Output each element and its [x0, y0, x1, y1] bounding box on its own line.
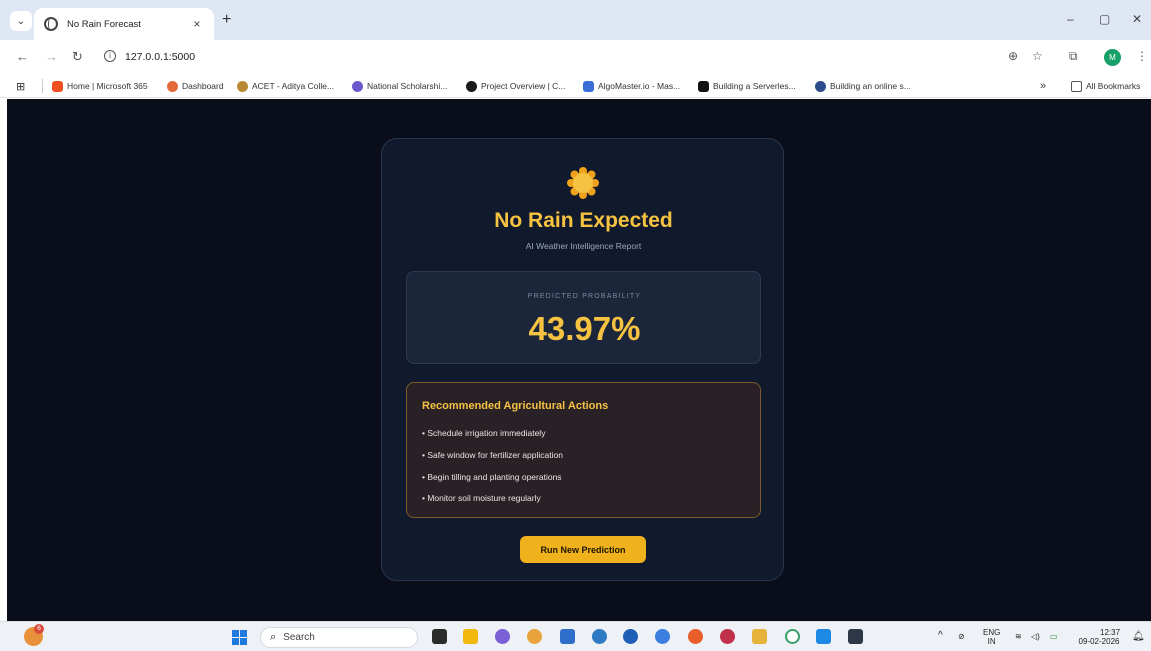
bookmarks-divider [42, 79, 43, 93]
project-icon [466, 80, 477, 92]
bookmark-item[interactable]: AlgoMaster.io - Mas... [583, 79, 680, 93]
taskbar: 6 ⌕ Search ^ ⊘ ENG IN ≋ ◁) ▭ 12:37 09-02… [0, 621, 1151, 651]
edge-icon[interactable] [655, 629, 670, 644]
tab-no-rain-forecast[interactable]: No Rain Forecast × [34, 8, 214, 40]
page-subtitle: AI Weather Intelligence Report [525, 241, 642, 251]
bookmarks-overflow-button[interactable]: » [1040, 79, 1046, 93]
terminal-icon[interactable] [848, 629, 863, 644]
new-tab-button[interactable]: + [222, 12, 231, 28]
notification-bell-icon[interactable]: 🔔︎ [1132, 632, 1145, 642]
more-menu-icon[interactable]: ⋮ [1136, 49, 1148, 63]
browser-window: ⌄ No Rain Forecast × + – ▢ ✕ ← → ↻ i 127… [0, 0, 1151, 651]
profile-avatar[interactable]: M [1104, 49, 1121, 66]
app-icon[interactable] [592, 629, 607, 644]
tray-app-icon[interactable]: ⊘ [958, 632, 965, 641]
site-info-icon[interactable]: i [104, 50, 116, 62]
apps-grid-icon[interactable]: ⊞ [16, 79, 25, 93]
sun-icon [567, 167, 599, 199]
file-explorer-icon[interactable] [463, 629, 478, 644]
bookmark-item[interactable]: Building a Serverles... [698, 79, 796, 93]
tab-strip: ⌄ No Rain Forecast × + – ▢ ✕ [0, 0, 1151, 40]
browser-toolbar: ← → ↻ i 127.0.0.1:5000 ⊕ ☆ ⧉ M ⋮ [0, 40, 1151, 74]
microsoft-365-icon [52, 80, 63, 92]
reload-icon[interactable]: ↻ [72, 49, 83, 65]
language-indicator[interactable]: ENG IN [983, 628, 1000, 646]
acet-logo-icon [237, 80, 248, 92]
globe-icon [44, 17, 58, 31]
firefox-icon[interactable] [688, 629, 703, 644]
vscode-icon[interactable] [816, 629, 831, 644]
search-icon: ⌕ [270, 631, 277, 643]
weather-badge: 6 [34, 624, 44, 634]
bookmark-item[interactable]: National Scholarshi... [352, 79, 447, 93]
scholarship-icon [352, 80, 363, 92]
probability-value: 43.97% [528, 310, 641, 347]
probability-label: PREDICTED PROBABILITY [527, 293, 642, 300]
folder-icon [1071, 80, 1082, 92]
bookmark-item[interactable]: Building an online s... [815, 79, 911, 93]
bookmark-item[interactable]: Dashboard [167, 79, 224, 93]
bookmark-item[interactable]: Home | Microsoft 365 [52, 79, 148, 93]
action-item: • Monitor soil moisture regularly [422, 493, 541, 503]
taskbar-search[interactable]: ⌕ Search [260, 627, 418, 648]
devcpp-icon[interactable] [720, 629, 735, 644]
wifi-icon[interactable]: ≋ [1015, 632, 1022, 641]
zoom-icon[interactable]: ⊕ [1008, 49, 1018, 63]
forward-arrow-icon[interactable]: → [45, 49, 58, 64]
copilot-icon[interactable] [495, 629, 510, 644]
windows-start-icon[interactable] [232, 630, 247, 645]
forecast-card: No Rain Expected AI Weather Intelligence… [381, 138, 784, 581]
bookmark-star-icon[interactable]: ☆ [1032, 49, 1043, 63]
run-new-prediction-button[interactable]: Run New Prediction [520, 536, 646, 563]
page-viewport: No Rain Expected AI Weather Intelligence… [7, 99, 1151, 621]
chrome-icon[interactable] [527, 629, 542, 644]
probability-panel: PREDICTED PROBABILITY 43.97% [406, 271, 761, 364]
search-placeholder: Search [283, 632, 315, 643]
dashboard-icon [167, 80, 178, 92]
action-item: • Safe window for fertilizer application [422, 450, 563, 460]
tab-search-chevron-icon[interactable]: ⌄ [10, 11, 32, 31]
bookmark-item[interactable]: Project Overview | C... [466, 79, 565, 93]
minimize-button[interactable]: – [1067, 12, 1074, 26]
algomaster-icon [583, 80, 594, 92]
store-icon[interactable] [560, 629, 575, 644]
extensions-icon[interactable]: ⧉ [1069, 49, 1078, 64]
recommended-actions-panel: Recommended Agricultural Actions • Sched… [406, 382, 761, 518]
building-icon [815, 80, 826, 92]
page-title: No Rain Expected [494, 209, 673, 232]
paint-icon[interactable] [752, 629, 767, 644]
dev-icon [698, 80, 709, 92]
tab-title: No Rain Forecast [67, 18, 141, 30]
bookmark-item[interactable]: ACET - Aditya Colle... [237, 79, 334, 93]
window-close-button[interactable]: ✕ [1132, 12, 1142, 26]
hp-icon[interactable] [623, 629, 638, 644]
actions-title: Recommended Agricultural Actions [422, 400, 609, 412]
address-bar[interactable]: 127.0.0.1:5000 [125, 51, 195, 63]
battery-icon[interactable]: ▭ [1050, 632, 1058, 641]
task-view-icon[interactable] [432, 629, 447, 644]
tab-close-icon[interactable]: × [190, 17, 204, 31]
bookmarks-bar: ⊞ Home | Microsoft 365 Dashboard ACET - … [0, 74, 1151, 98]
clock[interactable]: 12:37 09-02-2026 [1078, 628, 1120, 646]
back-arrow-icon[interactable]: ← [16, 49, 29, 64]
circle-app-icon[interactable] [785, 629, 800, 644]
tray-expand-icon[interactable]: ^ [938, 631, 943, 641]
restore-button[interactable]: ▢ [1099, 12, 1110, 26]
action-item: • Begin tilling and planting operations [422, 472, 562, 482]
volume-icon[interactable]: ◁) [1031, 632, 1040, 641]
action-item: • Schedule irrigation immediately [422, 428, 546, 438]
all-bookmarks-button[interactable]: All Bookmarks [1071, 79, 1140, 93]
